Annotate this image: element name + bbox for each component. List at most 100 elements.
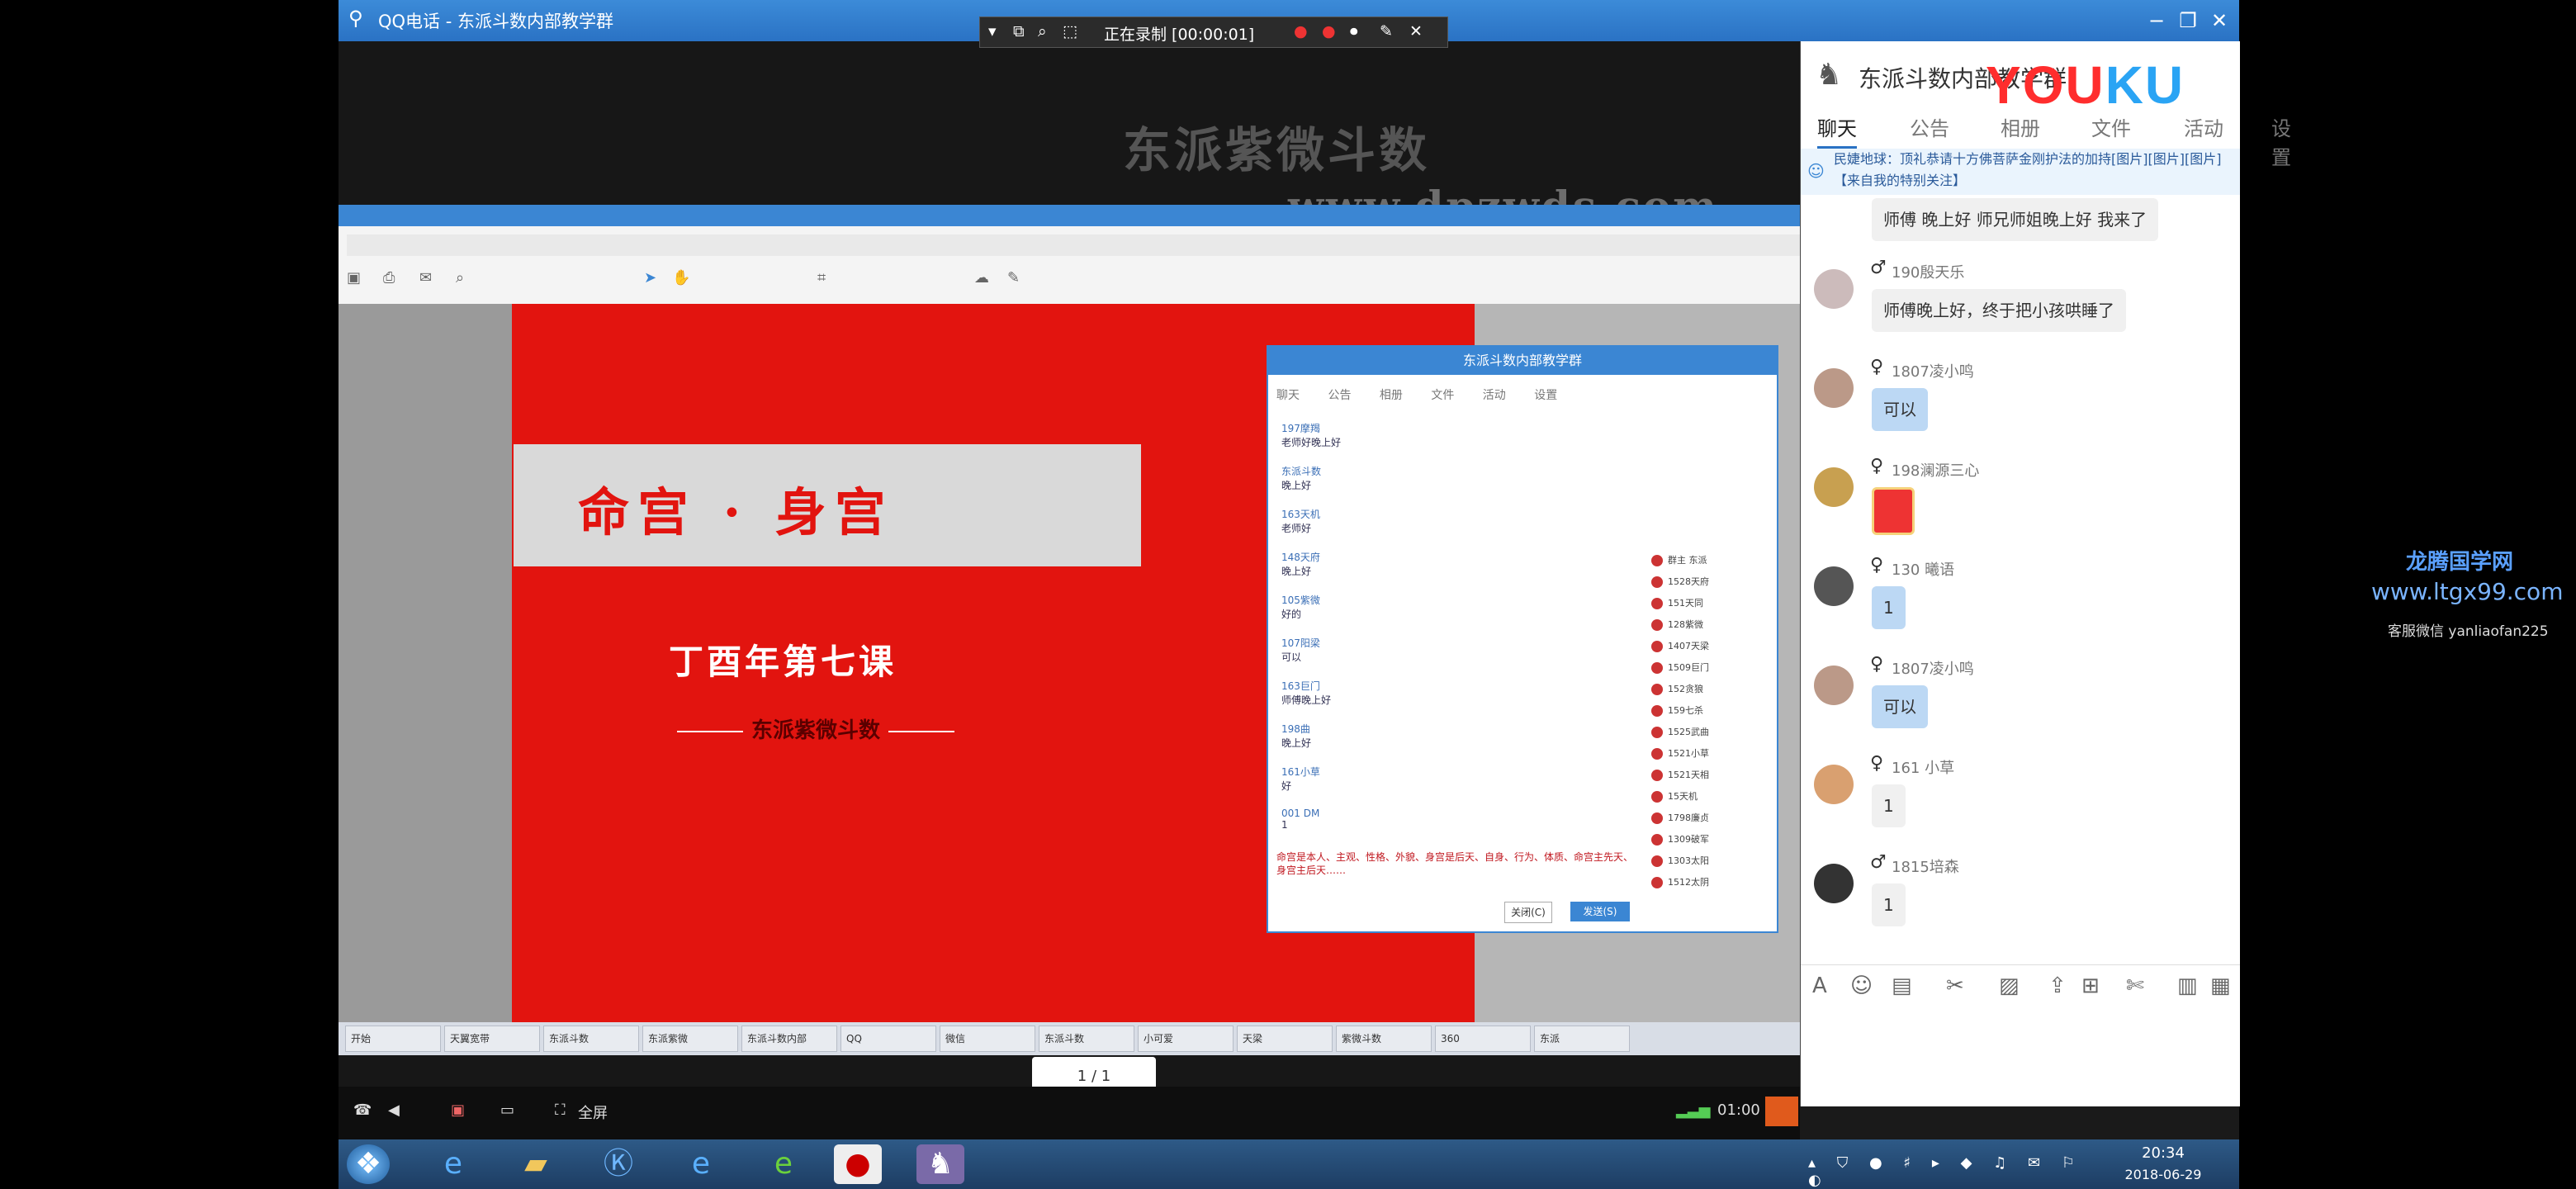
zoom-icon[interactable]: ⌕ (1038, 22, 1047, 40)
inner-chat-input[interactable]: 命宫是本人、主观、性格、外貌、身宫是后天、自身、行为、体质、命宫主先天、身宫主后… (1276, 850, 1640, 897)
history-icon[interactable]: ▦ (2210, 973, 2231, 998)
speaker-icon[interactable]: ◀ (388, 1101, 400, 1119)
kugou-icon[interactable]: Ⓚ (594, 1144, 642, 1184)
share-icon[interactable]: ⧉ (1013, 22, 1025, 40)
comment-icon[interactable]: ☁ (974, 269, 989, 287)
sender-name[interactable]: 198澜源三心 (1892, 459, 1979, 481)
crop-frame-icon[interactable]: ⬚ (1063, 22, 1077, 40)
ie-browser-icon[interactable]: e (429, 1144, 477, 1184)
upload-icon[interactable]: ⇪ (2048, 973, 2067, 998)
close-button[interactable]: ✕ (2204, 7, 2234, 35)
inner-chat-member[interactable]: 1521小草 (1651, 746, 1767, 768)
inner-taskbar-item[interactable]: QQ (841, 1026, 936, 1052)
trash-icon[interactable]: ▥ (2177, 973, 2198, 998)
start-button[interactable]: ❖ (347, 1144, 390, 1184)
inner-taskbar-item[interactable]: 天翼宽带 (444, 1026, 540, 1052)
inner-taskbar-item[interactable]: 东派斗数 (1039, 1026, 1134, 1052)
sender-name[interactable]: 130 曦语 (1892, 558, 1954, 580)
sender-name[interactable]: 190殷天乐 (1892, 261, 1964, 282)
minimize-button[interactable]: − (2142, 7, 2171, 35)
inner-chat-member[interactable]: 15天机 (1651, 789, 1767, 811)
system-clock[interactable]: 20:34 2018-06-29 (2114, 1143, 2213, 1186)
inner-chat-member[interactable]: 1509巨门 (1651, 661, 1767, 682)
sender-name[interactable]: 1807凌小鸣 (1892, 657, 1974, 679)
inner-taskbar-item[interactable]: 天梁 (1237, 1026, 1333, 1052)
chat-tab[interactable]: 活动 (2184, 112, 2223, 141)
fullscreen-icon[interactable]: ⛶ (555, 1101, 566, 1119)
inner-chat-member[interactable]: 1521天相 (1651, 768, 1767, 789)
inner-chat-member[interactable]: 1512太阴 (1651, 875, 1767, 897)
cursor-icon[interactable]: ➤ (644, 269, 656, 287)
crop-icon[interactable]: ⌗ (817, 269, 826, 287)
chat-tab[interactable]: 文件 (2091, 112, 2131, 141)
system-tray[interactable]: ▴ ⛉ ● ♯ ▸ ◆ ♫ ✉ ⚐ ◐ (1808, 1154, 2089, 1189)
inner-chat-member[interactable]: 1309破军 (1651, 832, 1767, 854)
chat-tab[interactable]: 公告 (1910, 112, 1949, 141)
folder-icon[interactable]: ▰ (512, 1144, 560, 1184)
mail-icon[interactable]: ✉ (419, 269, 432, 287)
avatar[interactable] (1814, 566, 1854, 606)
inner-chat-close-button[interactable]: 关闭(C) (1504, 902, 1552, 923)
camera-off-icon[interactable]: ▣ (451, 1101, 465, 1119)
record-icon[interactable]: ● (1322, 22, 1336, 40)
gif-icon[interactable]: ▤ (1892, 973, 1912, 998)
inner-taskbar-item[interactable]: 东派斗数 (543, 1026, 639, 1052)
sender-name[interactable]: 1815培森 (1892, 855, 1959, 877)
print-icon[interactable]: ⎙ (383, 269, 395, 287)
inner-chat-member[interactable]: 159七杀 (1651, 703, 1767, 725)
search-icon[interactable]: ⌕ (456, 269, 464, 287)
emoji-icon[interactable]: ☺ (1850, 973, 1873, 998)
end-call-button[interactable] (1765, 1097, 1798, 1126)
inner-chat-member[interactable]: 群主 东派 (1651, 553, 1767, 575)
qq-call-task-icon[interactable]: ♞ (916, 1144, 964, 1184)
restore-button[interactable]: ❐ (2173, 7, 2203, 35)
inner-chat-tabs[interactable]: 聊天 公告 相册 文件 活动 设置 (1276, 386, 1557, 403)
inner-chat-member[interactable]: 1525武曲 (1651, 725, 1767, 746)
chat-tab[interactable]: 相册 (2001, 112, 2040, 141)
inner-taskbar-item[interactable]: 东派斗数内部 (741, 1026, 837, 1052)
camera-icon[interactable]: ⏺ (1350, 22, 1358, 40)
scissors-icon[interactable]: ✄ (2126, 973, 2144, 998)
inner-chat-member[interactable]: 1798廉贞 (1651, 811, 1767, 832)
gift-icon[interactable]: ⊞ (2081, 973, 2100, 998)
inner-chat-member[interactable]: 151天同 (1651, 596, 1767, 618)
pen-icon[interactable]: ✎ (1007, 269, 1020, 287)
avatar[interactable] (1814, 765, 1854, 804)
avatar[interactable] (1814, 864, 1854, 903)
pen-icon[interactable]: ✎ (1380, 22, 1393, 40)
avatar[interactable] (1814, 666, 1854, 705)
inner-taskbar-item[interactable]: 紫微斗数 (1336, 1026, 1432, 1052)
sender-name[interactable]: 1807凌小鸣 (1892, 360, 1974, 381)
screen-icon[interactable]: ▭ (500, 1101, 514, 1119)
inner-chat-send-button[interactable]: 发送(S) (1570, 902, 1630, 921)
chat-tab[interactable]: 设置 (2271, 112, 2291, 170)
chat-tab[interactable]: 聊天 (1817, 112, 1857, 149)
inner-chat-member[interactable]: 1303太阳 (1651, 854, 1767, 875)
hangup-icon[interactable]: ☎ (353, 1101, 372, 1119)
avatar[interactable] (1814, 467, 1854, 507)
inner-taskbar-item[interactable]: 东派 (1534, 1026, 1630, 1052)
inner-taskbar-item[interactable]: 小可爱 (1138, 1026, 1234, 1052)
stop-recording-icon[interactable]: ● (1294, 22, 1308, 40)
inner-taskbar-item[interactable]: 开始 (345, 1026, 441, 1052)
font-icon[interactable]: A (1812, 973, 1827, 998)
inner-chat-member[interactable]: 128紫微 (1651, 618, 1767, 639)
inner-chat-member[interactable]: 1407天梁 (1651, 639, 1767, 661)
recorder-icon[interactable]: ● (834, 1144, 882, 1184)
pinned-notice[interactable]: ☺ 民婕地球：顶礼恭请十方佛菩萨金刚护法的加持[图片][图片][图片]【来自我的… (1801, 149, 2240, 195)
fullscreen-label[interactable]: 全屏 (578, 1101, 608, 1123)
hand-icon[interactable]: ✋ (672, 269, 690, 287)
avatar[interactable] (1814, 269, 1854, 309)
image-icon[interactable]: ▨ (1999, 973, 2020, 998)
inner-taskbar-item[interactable]: 东派紫微 (642, 1026, 738, 1052)
save-icon[interactable]: ▣ (347, 269, 361, 287)
dropdown-icon[interactable]: ▾ (988, 22, 997, 40)
sender-name[interactable]: 161 小草 (1892, 756, 1954, 778)
screenshot-icon[interactable]: ✂ (1946, 973, 1964, 998)
360-browser-icon[interactable]: e (760, 1144, 807, 1184)
inner-taskbar-item[interactable]: 360 (1435, 1026, 1531, 1052)
inner-chat-member[interactable]: 152贪狼 (1651, 682, 1767, 703)
ie-icon-2[interactable]: e (677, 1144, 725, 1184)
avatar[interactable] (1814, 368, 1854, 408)
close-recording-icon[interactable]: ✕ (1409, 22, 1423, 40)
